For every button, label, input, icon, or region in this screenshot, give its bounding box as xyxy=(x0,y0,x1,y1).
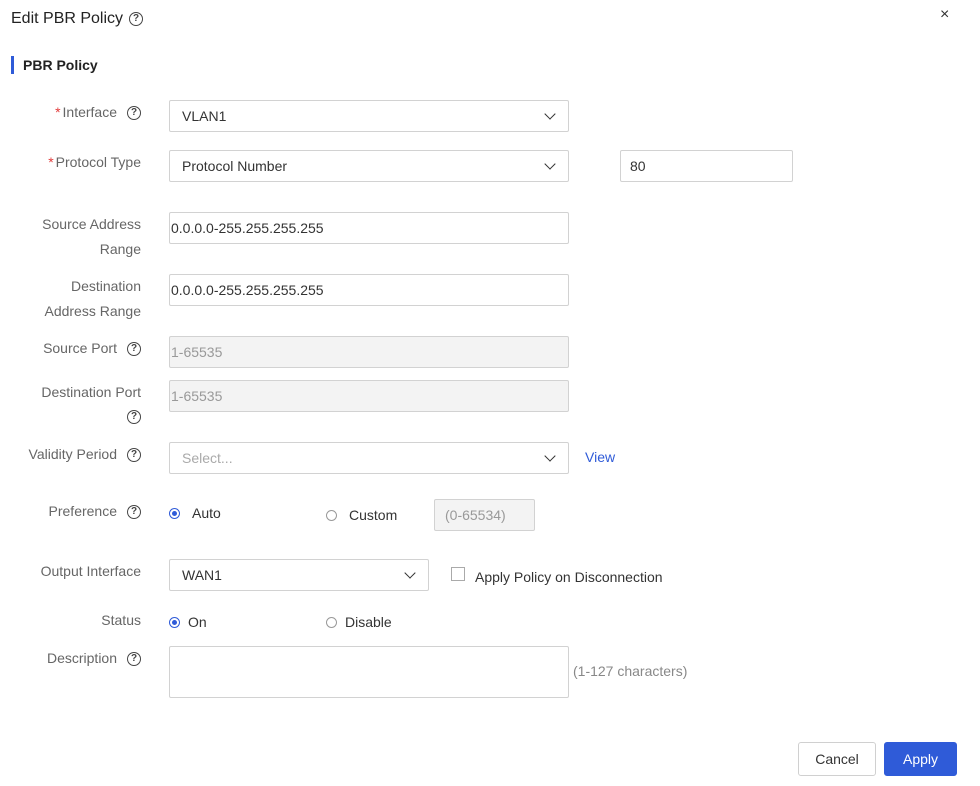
protocol-type-select[interactable]: Protocol Number xyxy=(169,150,569,182)
destination-port-input: 1-65535 xyxy=(169,380,569,412)
protocol-type-label-text: Protocol Type xyxy=(55,154,141,170)
help-circle-icon[interactable]: ? xyxy=(129,12,144,26)
preference-auto-label: Auto xyxy=(192,505,221,521)
help-circle-icon[interactable]: ? xyxy=(127,651,141,666)
destination-address-input[interactable]: 0.0.0.0-255.255.255.255 xyxy=(169,274,569,306)
status-disable-label: Disable xyxy=(345,614,392,630)
output-interface-select[interactable]: WAN1 xyxy=(169,559,429,591)
interface-label: * Interface ? xyxy=(55,100,141,125)
help-circle-icon[interactable]: ? xyxy=(127,105,141,120)
status-disable-radio[interactable]: Disable xyxy=(326,614,392,630)
protocol-number-value: 80 xyxy=(630,158,646,174)
interface-select[interactable]: VLAN1 xyxy=(169,100,569,132)
status-label-text: Status xyxy=(101,612,141,628)
validity-period-label: Validity Period ? xyxy=(29,442,141,467)
chevron-down-icon xyxy=(404,567,416,579)
source-address-value: 0.0.0.0-255.255.255.255 xyxy=(171,220,324,236)
destination-address-label-line1: Destination xyxy=(70,278,141,294)
protocol-number-input[interactable]: 80 xyxy=(620,150,793,182)
source-address-input[interactable]: 0.0.0.0-255.255.255.255 xyxy=(169,212,569,244)
chevron-down-icon xyxy=(544,158,556,170)
close-icon[interactable]: × xyxy=(940,6,949,24)
radio-unselected-icon xyxy=(326,509,337,521)
destination-address-label-line2: Address Range xyxy=(44,303,141,319)
protocol-type-select-value: Protocol Number xyxy=(182,158,288,174)
chevron-down-icon xyxy=(544,108,556,120)
required-mark: * xyxy=(48,154,54,170)
preference-label: Preference ? xyxy=(49,499,141,524)
status-on-radio[interactable]: On xyxy=(169,614,207,630)
help-circle-icon[interactable]: ? xyxy=(127,341,141,356)
preference-custom-input: (0-65534) xyxy=(434,499,535,531)
apply-on-disconnection-label: Apply Policy on Disconnection xyxy=(475,569,663,585)
cancel-button[interactable]: Cancel xyxy=(798,742,876,776)
radio-unselected-icon xyxy=(326,616,337,628)
apply-on-disconnection-checkbox[interactable]: Apply Policy on Disconnection xyxy=(451,567,663,585)
description-label-text: Description xyxy=(46,650,117,666)
dialog-title: Edit PBR Policy ? xyxy=(11,10,144,28)
validity-period-select[interactable]: Select... xyxy=(169,442,569,474)
section-title: PBR Policy xyxy=(11,56,98,74)
apply-button[interactable]: Apply xyxy=(884,742,957,776)
help-circle-icon[interactable]: ? xyxy=(127,504,141,519)
preference-custom-label: Custom xyxy=(349,507,398,523)
source-port-placeholder: 1-65535 xyxy=(171,344,223,360)
destination-address-label: Destination Address Range xyxy=(44,274,141,324)
source-port-input: 1-65535 xyxy=(169,336,569,368)
preference-custom-radio[interactable]: Custom xyxy=(326,507,397,523)
validity-period-placeholder: Select... xyxy=(182,450,233,466)
help-circle-icon[interactable]: ? xyxy=(127,447,141,462)
view-link[interactable]: View xyxy=(585,449,615,465)
source-address-label: Source Address Range xyxy=(42,212,141,262)
protocol-type-label: * Protocol Type xyxy=(48,150,141,175)
help-circle-icon[interactable]: ? xyxy=(127,410,141,424)
destination-port-label: Destination Port ? xyxy=(41,380,141,424)
chevron-down-icon xyxy=(544,450,556,462)
checkbox-icon xyxy=(451,567,465,581)
preference-custom-placeholder: (0-65534) xyxy=(445,507,506,523)
radio-selected-icon xyxy=(169,507,180,519)
output-interface-label-text: Output Interface xyxy=(40,563,141,579)
output-interface-label: Output Interface xyxy=(41,559,141,584)
preference-auto-radio[interactable]: Auto xyxy=(169,505,221,521)
source-address-label-line1: Source Address xyxy=(42,216,141,232)
description-label: Description ? xyxy=(47,646,141,671)
description-textarea[interactable] xyxy=(169,646,569,698)
status-on-label: On xyxy=(188,614,207,630)
radio-selected-icon xyxy=(169,616,180,628)
destination-port-label-text: Destination Port xyxy=(41,384,141,400)
output-interface-select-value: WAN1 xyxy=(182,567,222,583)
source-address-label-line2: Range xyxy=(99,241,141,257)
destination-port-placeholder: 1-65535 xyxy=(171,388,223,404)
interface-select-value: VLAN1 xyxy=(182,108,227,124)
preference-label-text: Preference xyxy=(48,503,117,519)
required-mark: * xyxy=(55,104,61,120)
validity-period-label-text: Validity Period xyxy=(28,446,117,462)
destination-address-value: 0.0.0.0-255.255.255.255 xyxy=(171,282,324,298)
dialog-title-text: Edit PBR Policy xyxy=(11,10,124,27)
status-label: Status xyxy=(101,608,141,633)
interface-label-text: Interface xyxy=(62,104,117,120)
source-port-label-text: Source Port xyxy=(43,340,117,356)
description-hint: (1-127 characters) xyxy=(573,663,688,679)
source-port-label: Source Port ? xyxy=(43,336,141,361)
